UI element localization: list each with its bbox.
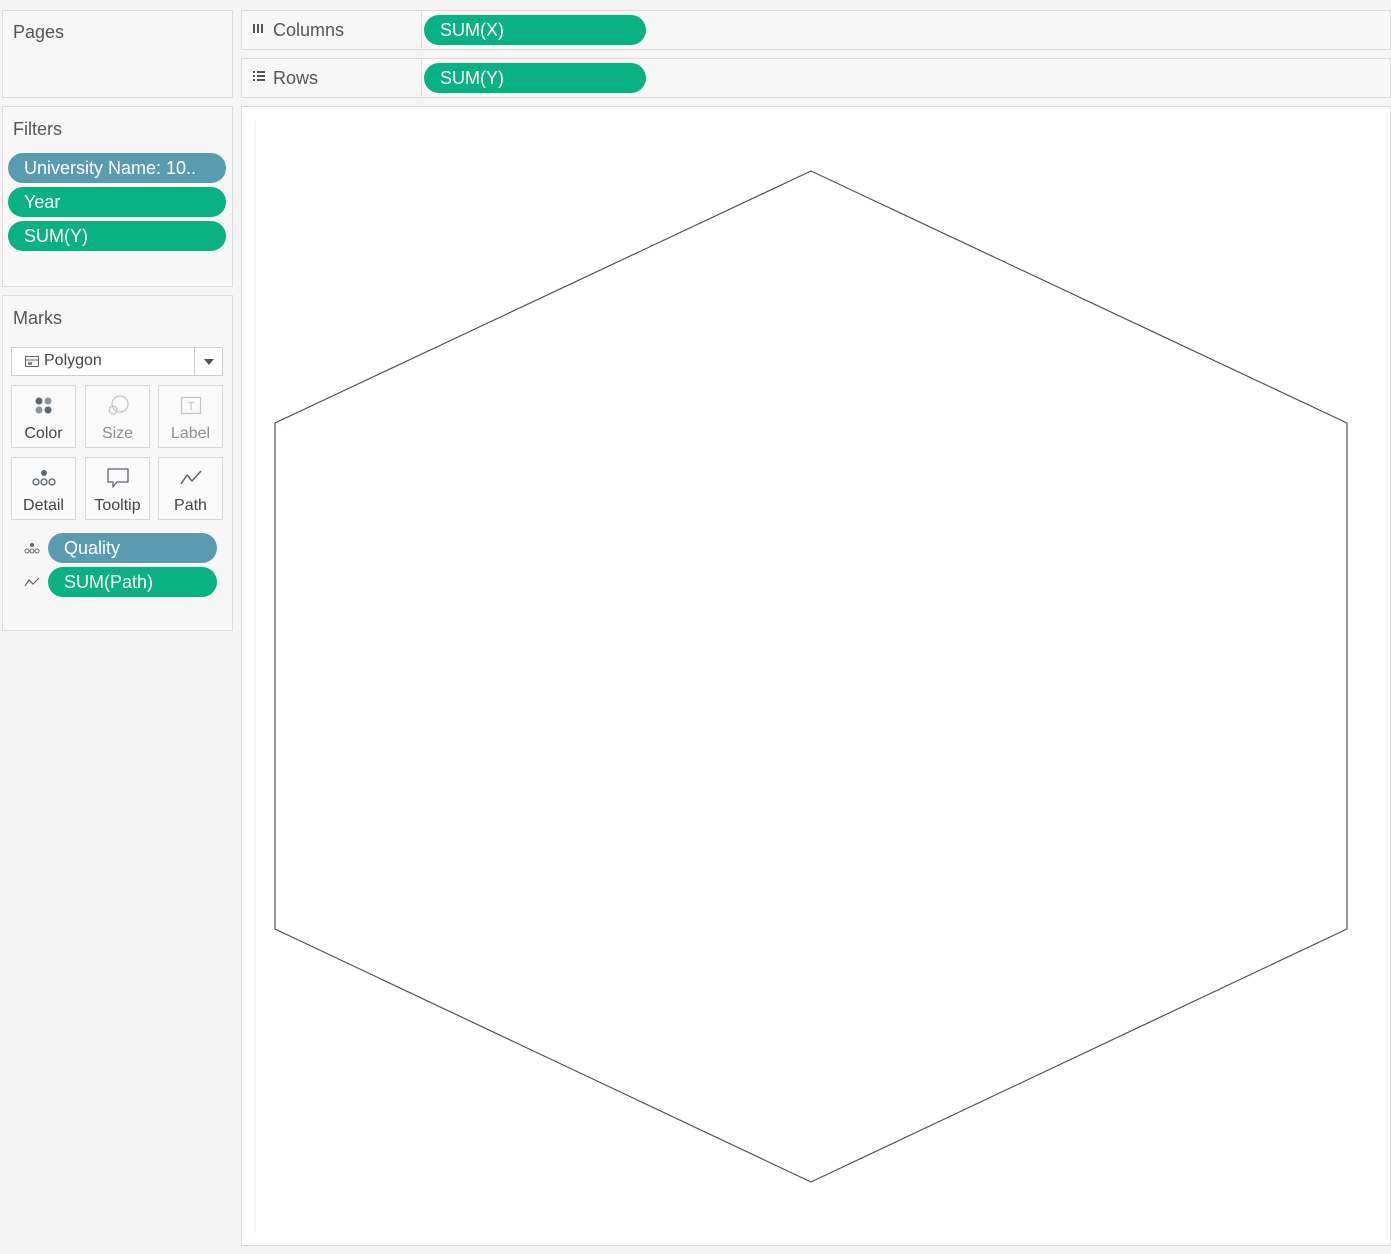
hexagon-polygon-mark[interactable] bbox=[274, 170, 1348, 1183]
rows-shelf[interactable]: Rows bbox=[241, 58, 1391, 98]
filters-title: Filters bbox=[13, 119, 62, 139]
detail-icon bbox=[24, 543, 40, 554]
mark-type-label: Polygon bbox=[44, 352, 102, 369]
rows-shelf-label: Rows bbox=[242, 59, 422, 97]
chevron-down-icon[interactable] bbox=[194, 348, 222, 375]
columns-pill-sum-x[interactable]: SUM(X) bbox=[424, 15, 646, 45]
columns-shelf[interactable]: Columns bbox=[241, 10, 1391, 50]
tableau-worksheet: Pages Filters University Name: 10.. Year… bbox=[0, 0, 1391, 1254]
filter-pill-year[interactable]: Year bbox=[8, 187, 226, 217]
columns-shelf-label: Columns bbox=[242, 11, 422, 49]
detail-icon bbox=[31, 470, 56, 486]
color-card[interactable]: Color bbox=[11, 385, 76, 448]
pages-panel[interactable]: Pages bbox=[2, 10, 233, 98]
tooltip-card-label: Tooltip bbox=[94, 497, 141, 514]
worksheet-view[interactable] bbox=[241, 106, 1391, 1246]
mark-type-dropdown[interactable]: Polygon bbox=[11, 347, 223, 376]
pages-title: Pages bbox=[13, 22, 65, 42]
path-icon bbox=[179, 470, 202, 485]
label-card-label: Label bbox=[170, 425, 211, 442]
color-icon bbox=[35, 397, 51, 414]
filter-pill-university-name[interactable]: University Name: 10.. bbox=[8, 153, 226, 183]
marks-pill-quality[interactable]: Quality bbox=[48, 533, 217, 563]
rows-pill-sum-y[interactable]: SUM(Y) bbox=[424, 63, 646, 93]
polygon-icon bbox=[25, 356, 39, 367]
size-card[interactable]: Size bbox=[85, 385, 150, 448]
tooltip-icon bbox=[106, 468, 129, 488]
label-card[interactable]: T Label bbox=[158, 385, 223, 448]
detail-card[interactable]: Detail bbox=[11, 457, 76, 520]
columns-icon bbox=[253, 24, 263, 33]
columns-label: Columns bbox=[273, 20, 345, 40]
viz-canvas[interactable] bbox=[242, 107, 1390, 1245]
tooltip-card[interactable]: Tooltip bbox=[85, 457, 150, 520]
filter-pill-sum-y[interactable]: SUM(Y) bbox=[8, 221, 226, 251]
rows-icon bbox=[253, 71, 265, 81]
color-card-label: Color bbox=[24, 425, 63, 442]
marks-title: Marks bbox=[13, 308, 62, 328]
detail-card-label: Detail bbox=[23, 497, 64, 514]
path-icon bbox=[24, 577, 40, 587]
svg-text:T: T bbox=[186, 400, 194, 413]
size-icon bbox=[107, 395, 129, 415]
label-icon: T bbox=[180, 396, 201, 415]
path-card[interactable]: Path bbox=[158, 457, 223, 520]
size-card-label: Size bbox=[101, 425, 134, 442]
marks-pill-sum-path[interactable]: SUM(Path) bbox=[48, 567, 217, 597]
path-card-label: Path bbox=[174, 497, 207, 514]
rows-label: Rows bbox=[273, 68, 319, 88]
